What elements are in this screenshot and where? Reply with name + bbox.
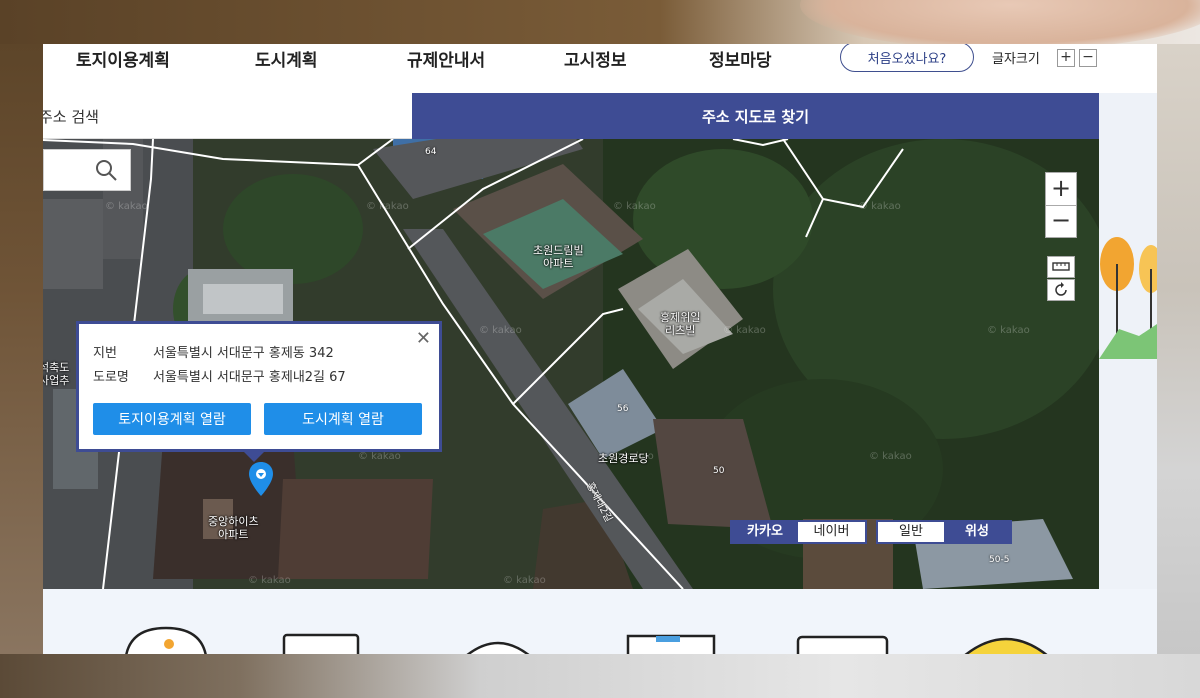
provider-naver-button[interactable]: 네이버 [798, 522, 865, 542]
background-right [1157, 44, 1200, 654]
kakao-watermark: © kakao [869, 451, 912, 462]
search-tabs: 주소 검색 주소 지도로 찾기 [43, 93, 1099, 139]
view-normal-button[interactable]: 일반 [878, 522, 944, 542]
address-info-popup: ✕ 지번 서울특별시 서대문구 홍제동 342 도로명 서울특별시 서대문구 홍… [76, 321, 442, 452]
tab-map-find-label: 주소 지도로 찾기 [701, 108, 810, 126]
quick-menu-area [43, 589, 1157, 654]
kakao-watermark: © kakao [366, 201, 409, 212]
building-number: 50 [713, 466, 725, 476]
quick-menu-icon[interactable] [463, 636, 533, 654]
provider-kakao-button[interactable]: 카카오 [732, 522, 798, 542]
zoom-out-button[interactable]: − [1046, 205, 1076, 237]
background-bottom [0, 654, 1200, 698]
close-icon[interactable]: ✕ [416, 328, 431, 349]
place-label-hongje-wiil: 홍제위일 리츠빌 [660, 311, 701, 337]
kakao-watermark: © kakao [858, 201, 901, 212]
kakao-watermark: © kakao [987, 325, 1030, 336]
kakao-watermark: © kakao [248, 575, 291, 586]
kakao-watermark: © kakao [105, 201, 148, 212]
nav-notice-info[interactable]: 고시정보 [564, 46, 627, 71]
view-satellite-button[interactable]: 위성 [944, 522, 1010, 542]
font-size-label: 글자크기 [992, 52, 1040, 67]
map-view-switch: 일반 위성 [876, 520, 1012, 544]
kakao-watermark: © kakao [723, 325, 766, 336]
monitor-screen: 토지이용계획 도시계획 규제안내서 고시정보 정보마당 처음오셨나요? 글자크기… [43, 44, 1157, 654]
quick-menu-icon[interactable] [961, 634, 1051, 654]
quick-menu-icon[interactable] [795, 634, 890, 654]
place-label-chowon-dreamville: 초원드림빌 아파트 [533, 244, 584, 270]
jibun-label: 지번 [93, 346, 117, 361]
place-label-jungang-heights: 중앙하이츠 아파트 [208, 515, 259, 541]
top-navigation: 토지이용계획 도시계획 규제안내서 고시정보 정보마당 처음오셨나요? 글자크기… [43, 44, 1157, 94]
map-search-box[interactable] [43, 149, 131, 191]
nav-land-use[interactable]: 토지이용계획 [76, 46, 170, 71]
map-provider-switch: 카카오 네이버 [730, 520, 867, 544]
tab-address-search-label: 주소 검색 [43, 108, 99, 126]
reset-rotation-button[interactable] [1047, 279, 1075, 301]
nav-regulation-guide[interactable]: 규제안내서 [407, 46, 485, 71]
font-size-increase-button[interactable]: + [1057, 49, 1075, 67]
kakao-watermark: © kakao [503, 575, 546, 586]
tree-illustration [1099, 224, 1157, 364]
first-visit-button[interactable]: 처음오셨나요? [840, 44, 974, 72]
nav-info-plaza[interactable]: 정보마당 [709, 46, 772, 71]
city-plan-view-button[interactable]: 도시계획 열람 [264, 403, 422, 435]
kakao-watermark: © kakao [613, 201, 656, 212]
satellite-map[interactable]: © kakao © kakao © kakao © kakao © kakao … [43, 139, 1099, 589]
quick-menu-icon[interactable] [626, 634, 716, 654]
road-address-value: 서울특별시 서대문구 홍제내2길 67 [153, 370, 346, 385]
building-number: 50-5 [989, 555, 1010, 565]
ruler-icon [1052, 262, 1070, 271]
background-left [0, 44, 43, 654]
font-size-decrease-button[interactable]: − [1079, 49, 1097, 67]
building-number: 64 [425, 147, 437, 157]
kakao-watermark: © kakao [358, 451, 401, 462]
road-address-label: 도로명 [93, 370, 129, 385]
land-use-plan-view-button[interactable]: 토지이용계획 열람 [93, 403, 251, 435]
refresh-icon [1055, 282, 1067, 296]
quick-menu-icon[interactable] [281, 632, 361, 654]
place-label-left: 석축도 사업추 [43, 361, 70, 387]
kakao-watermark: © kakao [479, 325, 522, 336]
quick-menu-icon[interactable] [121, 626, 211, 654]
zoom-control: + − [1045, 172, 1077, 238]
ruler-button[interactable] [1047, 256, 1075, 278]
tab-address-search[interactable]: 주소 검색 [43, 93, 412, 139]
zoom-in-button[interactable]: + [1046, 173, 1076, 205]
jibun-value: 서울특별시 서대문구 홍제동 342 [153, 346, 334, 361]
building-number: 56 [617, 404, 629, 414]
tab-map-find[interactable]: 주소 지도로 찾기 [412, 93, 1099, 139]
nav-city-plan[interactable]: 도시계획 [255, 46, 318, 71]
place-label-chowon-senior: 초원경로당 [598, 452, 649, 465]
